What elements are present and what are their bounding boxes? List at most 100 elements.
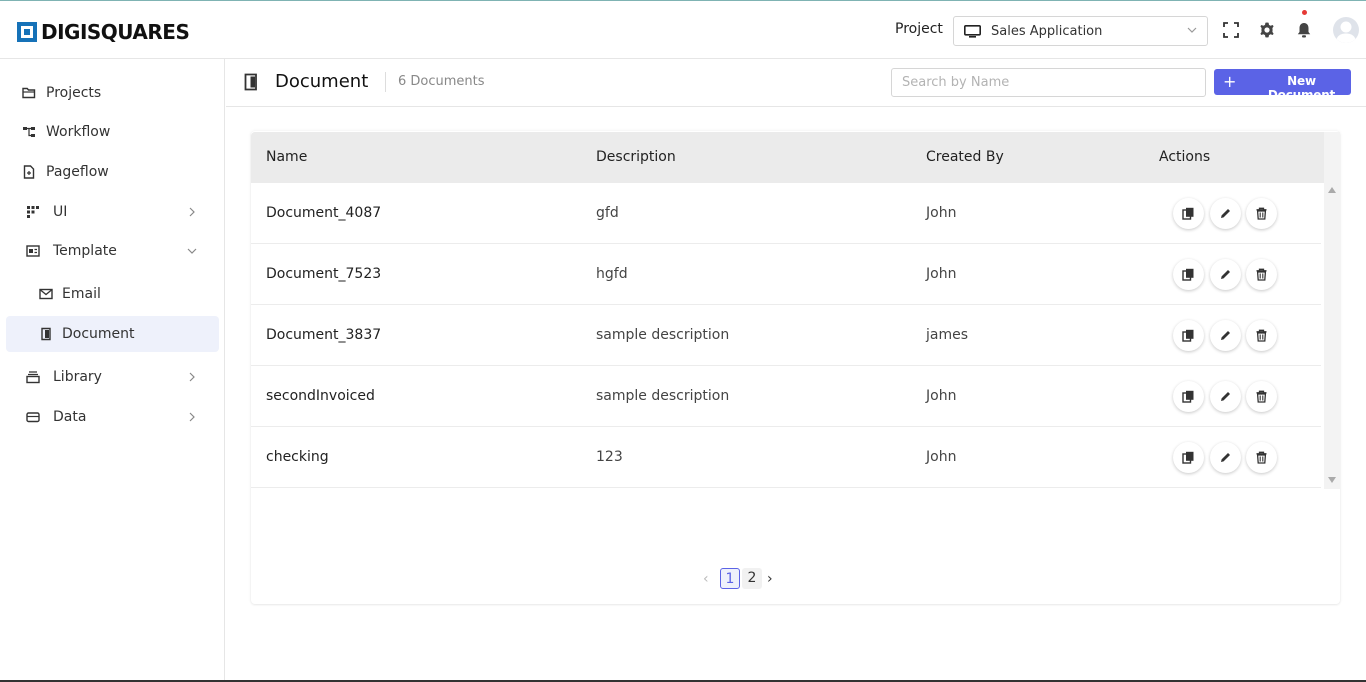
- data-icon: [26, 412, 40, 423]
- scroll-up-arrow-icon[interactable]: [1328, 187, 1336, 193]
- next-page-button[interactable]: ›: [767, 571, 777, 587]
- sidebar-item-label: Template: [53, 243, 117, 259]
- document-description: sample description: [596, 388, 730, 404]
- sidebar-item-template[interactable]: Template: [6, 233, 219, 269]
- document-icon: [41, 327, 51, 341]
- scroll-down-arrow-icon[interactable]: [1328, 477, 1336, 483]
- chevron-down-icon: [1187, 27, 1197, 33]
- document-name[interactable]: Document_7523: [266, 266, 381, 282]
- column-header-description[interactable]: Description: [596, 149, 676, 165]
- documents-table: Name Description Created By Actions Docu…: [251, 131, 1340, 604]
- trash-icon: [1256, 268, 1267, 281]
- sidebar-item-label: Email: [62, 286, 101, 302]
- page-title: Document: [275, 71, 369, 92]
- delete-button[interactable]: [1246, 259, 1277, 290]
- column-header-name[interactable]: Name: [266, 149, 307, 165]
- vertical-scrollbar[interactable]: [1324, 132, 1340, 489]
- sidebar-item-pageflow[interactable]: Pageflow: [6, 154, 219, 190]
- mail-icon: [39, 288, 53, 300]
- delete-button[interactable]: [1246, 442, 1277, 473]
- chevron-right-icon: [189, 412, 195, 422]
- trash-icon: [1256, 329, 1267, 342]
- sidebar-item-ui[interactable]: UI: [6, 194, 219, 230]
- copy-icon: [1182, 207, 1194, 220]
- edit-icon: [1221, 331, 1230, 340]
- sidebar-item-label: Workflow: [46, 124, 111, 140]
- edit-button[interactable]: [1210, 259, 1241, 290]
- table-row[interactable]: Document_7523 hgfd John: [251, 244, 1321, 305]
- document-icon: [244, 73, 257, 91]
- new-document-button[interactable]: + New Document: [1214, 69, 1351, 102]
- document-name[interactable]: secondInvoiced: [266, 388, 375, 404]
- sidebar-item-workflow[interactable]: Workflow: [6, 114, 219, 150]
- table-row[interactable]: Document_4087 gfd John: [251, 183, 1321, 244]
- table-row[interactable]: secondInvoiced sample description John: [251, 366, 1321, 427]
- copy-button[interactable]: [1173, 320, 1204, 351]
- copy-icon: [1182, 451, 1194, 464]
- project-select-value: Sales Application: [991, 23, 1103, 39]
- page-2-button[interactable]: 2: [742, 568, 762, 589]
- sidebar-item-label: Data: [53, 409, 87, 425]
- sidebar: Projects Workflow Pageflow UI Template E…: [0, 59, 225, 682]
- document-name[interactable]: checking: [266, 449, 329, 465]
- chevron-down-icon: [187, 248, 197, 254]
- edit-icon: [1221, 392, 1230, 401]
- brand-logo[interactable]: DIGISQUARES: [17, 20, 190, 44]
- template-icon: [26, 245, 40, 257]
- sidebar-item-label: UI: [53, 204, 68, 220]
- chevron-right-icon: [189, 372, 195, 382]
- sidebar-item-document[interactable]: Document: [6, 316, 219, 352]
- edit-button[interactable]: [1210, 381, 1241, 412]
- document-description: sample description: [596, 327, 730, 343]
- document-created-by: John: [926, 266, 957, 282]
- chevron-right-icon: [189, 207, 195, 217]
- edit-icon: [1221, 209, 1230, 218]
- search-input[interactable]: [891, 68, 1206, 97]
- document-count: 6 Documents: [398, 74, 485, 89]
- document-created-by: John: [926, 388, 957, 404]
- delete-button[interactable]: [1246, 198, 1277, 229]
- edit-button[interactable]: [1210, 320, 1241, 351]
- new-document-label: New Document: [1267, 74, 1336, 102]
- document-name[interactable]: Document_4087: [266, 205, 381, 221]
- copy-icon: [1182, 329, 1194, 342]
- sidebar-item-label: Projects: [46, 85, 102, 101]
- avatar-icon[interactable]: [1333, 17, 1359, 43]
- bell-icon[interactable]: [1295, 21, 1313, 39]
- project-select[interactable]: Sales Application: [953, 16, 1208, 46]
- document-created-by: John: [926, 205, 957, 221]
- document-description: gfd: [596, 205, 619, 221]
- table-row[interactable]: checking 123 John: [251, 427, 1321, 488]
- page-1-button[interactable]: 1: [720, 568, 740, 589]
- copy-button[interactable]: [1173, 259, 1204, 290]
- column-header-created-by[interactable]: Created By: [926, 149, 1004, 165]
- table-row[interactable]: Document_3837 sample description james: [251, 305, 1321, 366]
- copy-button[interactable]: [1173, 381, 1204, 412]
- edit-button[interactable]: [1210, 198, 1241, 229]
- edit-icon: [1221, 270, 1230, 279]
- sidebar-item-library[interactable]: Library: [6, 359, 219, 395]
- workflow-icon: [23, 127, 35, 137]
- delete-button[interactable]: [1246, 381, 1277, 412]
- project-label: Project: [895, 21, 943, 37]
- column-header-actions: Actions: [1159, 149, 1211, 165]
- copy-button[interactable]: [1173, 442, 1204, 473]
- trash-icon: [1256, 207, 1267, 220]
- ui-icon: [27, 206, 39, 218]
- copy-button[interactable]: [1173, 198, 1204, 229]
- gear-icon[interactable]: [1258, 21, 1276, 39]
- delete-button[interactable]: [1246, 320, 1277, 351]
- edit-button[interactable]: [1210, 442, 1241, 473]
- document-name[interactable]: Document_3837: [266, 327, 381, 343]
- brand-logo-icon: [17, 22, 37, 42]
- page-header: Document 6 Documents + New Document: [226, 59, 1366, 107]
- folder-icon: [22, 87, 36, 99]
- fullscreen-icon[interactable]: [1222, 21, 1240, 39]
- sidebar-item-projects[interactable]: Projects: [6, 75, 219, 111]
- prev-page-button[interactable]: ‹: [703, 571, 713, 587]
- copy-icon: [1182, 268, 1194, 281]
- sidebar-item-email[interactable]: Email: [6, 276, 219, 312]
- sidebar-item-data[interactable]: Data: [6, 399, 219, 435]
- library-icon: [26, 371, 40, 384]
- trash-icon: [1256, 390, 1267, 403]
